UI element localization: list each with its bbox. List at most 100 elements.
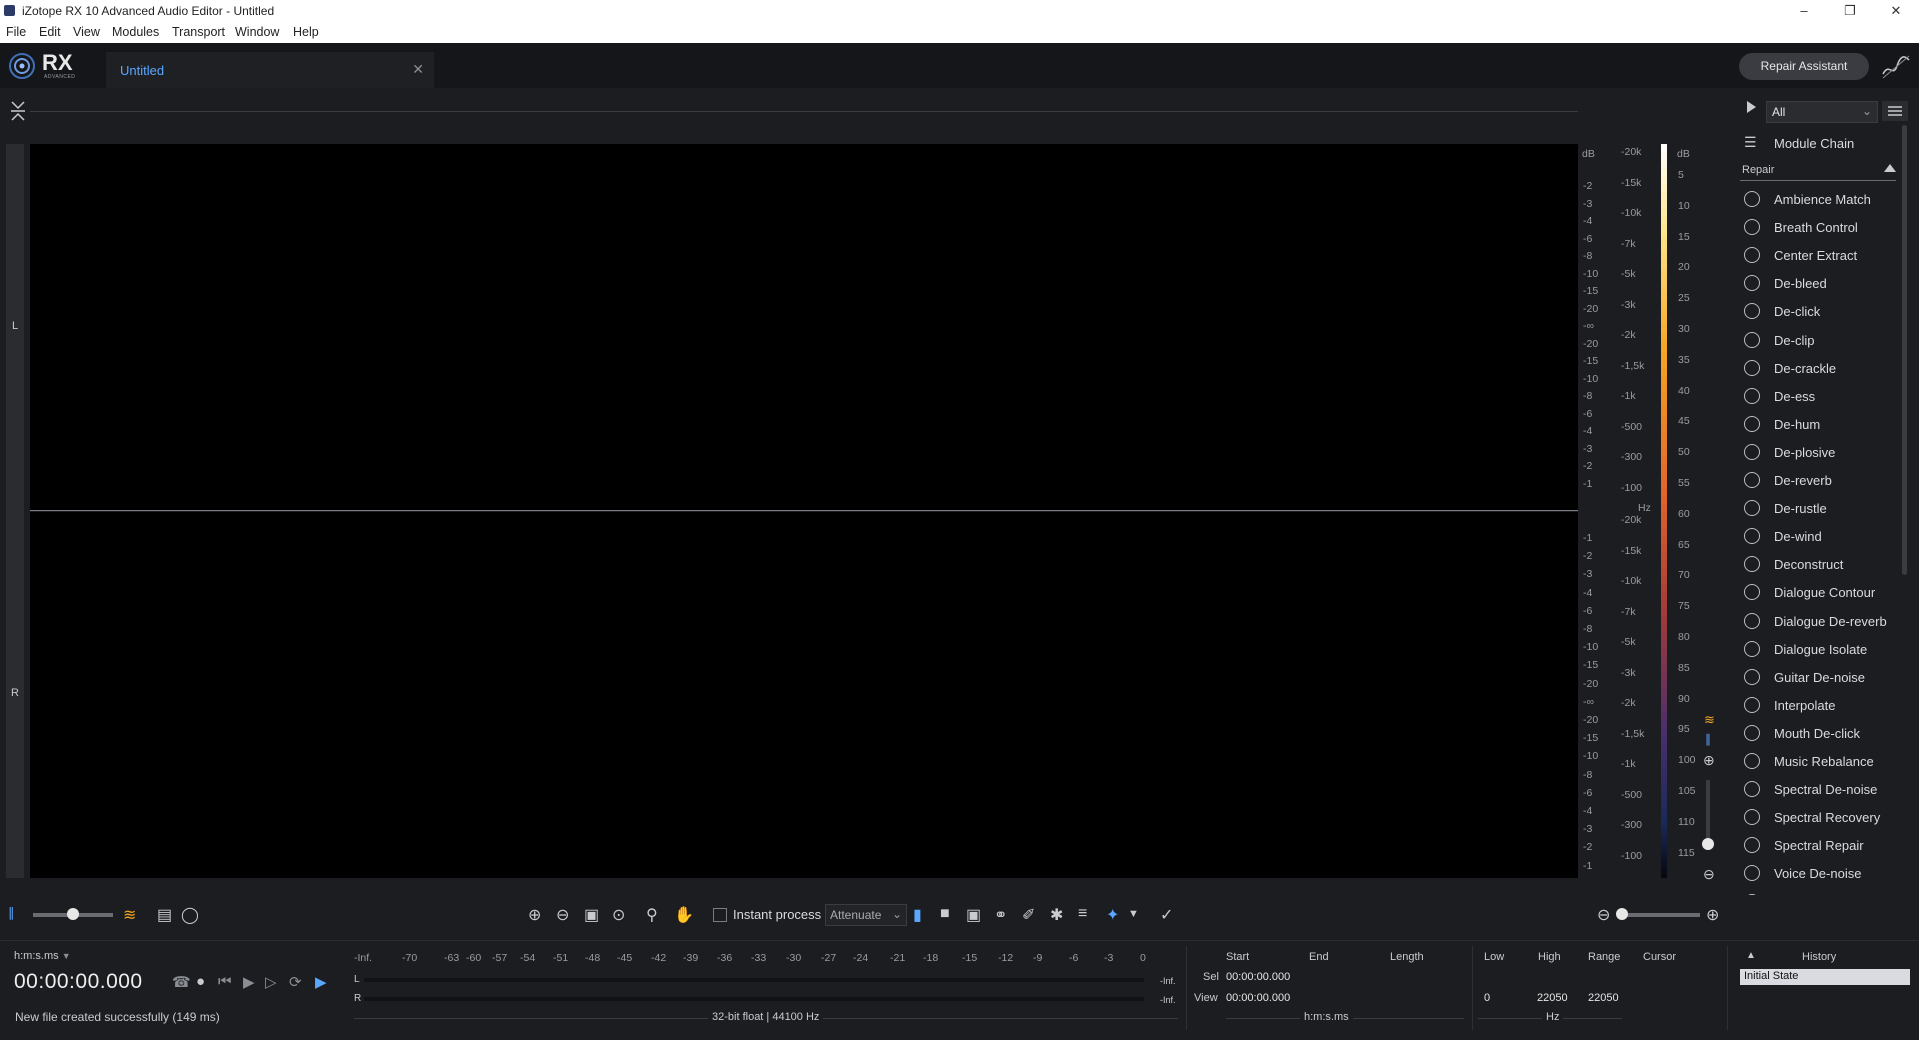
spectrogram-opacity-icon[interactable]: ≋ bbox=[123, 905, 136, 925]
comment-icon[interactable]: ◯ bbox=[181, 905, 199, 925]
menu-transport[interactable]: Transport bbox=[172, 25, 225, 39]
module-item[interactable]: De-rustle bbox=[1740, 495, 1910, 521]
spectrogram-right[interactable] bbox=[30, 512, 1578, 878]
minimize-icon[interactable]: – bbox=[1781, 0, 1827, 22]
module-item[interactable]: Voice De-noise bbox=[1740, 860, 1910, 886]
collapse-overview-icon[interactable] bbox=[10, 100, 26, 125]
module-item[interactable]: De-bleed bbox=[1740, 270, 1910, 296]
loop-icon[interactable]: ⟳ bbox=[289, 973, 302, 991]
repair-section-header[interactable]: Repair bbox=[1740, 162, 1896, 181]
menu-modules[interactable]: Modules bbox=[112, 25, 159, 39]
zoom-selection-icon[interactable]: ▣ bbox=[584, 905, 599, 925]
spectrogram-view-icon[interactable]: ≋ bbox=[1704, 712, 1715, 728]
module-item[interactable]: De-hum bbox=[1740, 411, 1910, 437]
vertical-zoom-knob[interactable] bbox=[1702, 838, 1714, 850]
module-item[interactable]: Mouth De-click bbox=[1740, 720, 1910, 746]
horizontal-zoom-in-icon[interactable]: ⊕ bbox=[1706, 905, 1719, 925]
menu-help[interactable]: Help bbox=[293, 25, 319, 39]
repair-assistant-button[interactable]: Repair Assistant bbox=[1739, 53, 1869, 80]
module-item[interactable]: Deconstruct bbox=[1740, 551, 1910, 577]
module-item[interactable]: Spectral De-noise bbox=[1740, 776, 1910, 802]
meter-right-peak[interactable]: -Inf. bbox=[1160, 995, 1176, 1005]
collapse-section-icon[interactable] bbox=[1884, 164, 1896, 172]
frequency-selection-icon[interactable]: ■ bbox=[940, 905, 950, 923]
harmonic-selection-icon[interactable]: ≡ bbox=[1078, 905, 1087, 923]
module-item[interactable]: Breath Control bbox=[1740, 214, 1910, 240]
sel-start-value[interactable]: 00:00:00.000 bbox=[1226, 971, 1290, 983]
rewind-icon[interactable]: ⏮ bbox=[218, 973, 232, 990]
spectrogram-left[interactable] bbox=[30, 144, 1578, 510]
zoom-out-icon[interactable]: ⊖ bbox=[556, 905, 569, 925]
horizontal-zoom-slider[interactable] bbox=[1620, 913, 1700, 917]
menu-file[interactable]: File bbox=[6, 25, 26, 39]
module-item[interactable]: Spectral Repair bbox=[1740, 832, 1910, 858]
module-item[interactable]: Dialogue Isolate bbox=[1740, 636, 1910, 662]
markers-icon[interactable]: ▤ bbox=[157, 905, 172, 925]
module-item[interactable]: Interpolate bbox=[1740, 692, 1910, 718]
module-item[interactable]: De-click bbox=[1740, 298, 1910, 324]
module-list-menu-icon[interactable] bbox=[1882, 101, 1908, 121]
module-item[interactable]: Dialogue Contour bbox=[1740, 579, 1910, 605]
meter-left-peak[interactable]: -Inf. bbox=[1160, 976, 1176, 986]
vertical-zoom-in-icon[interactable]: ⊕ bbox=[1703, 752, 1715, 769]
channel-right-label[interactable]: R bbox=[6, 687, 24, 699]
low-value[interactable]: 0 bbox=[1484, 992, 1490, 1004]
restore-icon[interactable]: ❐ bbox=[1827, 0, 1873, 22]
magic-wand-icon[interactable]: ✱ bbox=[1050, 905, 1063, 925]
record-icon[interactable]: ● bbox=[196, 973, 205, 990]
menu-window[interactable]: Window bbox=[235, 25, 279, 39]
waveform-view-icon[interactable]: ∥ bbox=[1705, 732, 1711, 746]
module-item[interactable]: De-clip bbox=[1740, 327, 1910, 353]
module-item[interactable]: Ambience Match bbox=[1740, 186, 1910, 212]
modules-scrollbar[interactable] bbox=[1902, 125, 1907, 575]
instant-process-checkbox[interactable] bbox=[713, 908, 727, 922]
waveform-display-icon[interactable] bbox=[1881, 52, 1911, 82]
magnify-icon[interactable]: ⚲ bbox=[646, 905, 658, 925]
play-icon[interactable]: ▶ bbox=[243, 973, 255, 991]
module-item[interactable]: De-reverb bbox=[1740, 467, 1910, 493]
headphones-icon[interactable]: ☎ bbox=[172, 973, 191, 991]
waveform-opacity-icon[interactable]: ∥ bbox=[8, 905, 15, 921]
module-item[interactable]: Guitar De-noise bbox=[1740, 664, 1910, 690]
module-item[interactable]: De-ess bbox=[1740, 383, 1910, 409]
scroll-follow-icon[interactable]: ▶ bbox=[315, 973, 327, 991]
lasso-icon[interactable]: ⚭ bbox=[994, 905, 1007, 925]
module-chain-item[interactable]: ☰ Module Chain bbox=[1740, 130, 1910, 156]
range-value[interactable]: 22050 bbox=[1588, 992, 1619, 1004]
tab-untitled[interactable]: Untitled ✕ bbox=[106, 52, 434, 88]
hand-pan-icon[interactable]: ✋ bbox=[674, 905, 694, 925]
history-item[interactable]: Initial State bbox=[1740, 969, 1910, 985]
time-format-select[interactable]: h:m:s.ms ▼ bbox=[14, 950, 71, 962]
play-module-icon[interactable] bbox=[1745, 100, 1757, 117]
zoom-fit-icon[interactable]: ⊙ bbox=[612, 905, 625, 925]
tab-close-icon[interactable]: ✕ bbox=[412, 61, 424, 78]
instant-process-mode-select[interactable]: Attenuate ⌄ bbox=[825, 904, 907, 926]
zoom-in-icon[interactable]: ⊕ bbox=[528, 905, 541, 925]
brush-icon[interactable]: ✐ bbox=[1022, 905, 1035, 925]
display-opacity-knob[interactable] bbox=[67, 908, 79, 920]
close-icon[interactable]: ✕ bbox=[1873, 0, 1919, 22]
play-selection-icon[interactable]: ▷ bbox=[265, 973, 277, 991]
history-collapse-icon[interactable]: ▲ bbox=[1746, 950, 1756, 961]
horizontal-zoom-knob[interactable] bbox=[1616, 908, 1628, 920]
module-filter-select[interactable]: All ⌄ bbox=[1766, 101, 1878, 123]
time-frequency-selection-icon[interactable]: ▣ bbox=[966, 905, 981, 925]
time-selection-icon[interactable]: ▮ bbox=[913, 905, 922, 925]
gain-curve-icon[interactable]: ✓ bbox=[1160, 905, 1173, 925]
module-item[interactable]: De-plosive bbox=[1740, 439, 1910, 465]
module-item[interactable]: Spectral Recovery bbox=[1740, 804, 1910, 830]
module-item[interactable]: De-wind bbox=[1740, 523, 1910, 549]
module-item[interactable]: De-crackle bbox=[1740, 355, 1910, 381]
menu-view[interactable]: View bbox=[73, 25, 100, 39]
module-item[interactable]: Dialogue De-reverb bbox=[1740, 608, 1910, 634]
module-item[interactable]: Center Extract bbox=[1740, 242, 1910, 268]
view-start-value[interactable]: 00:00:00.000 bbox=[1226, 992, 1290, 1004]
menu-edit[interactable]: Edit bbox=[39, 25, 61, 39]
selection-options-chevron-icon[interactable]: ▼ bbox=[1128, 908, 1139, 920]
vertical-zoom-out-icon[interactable]: ⊖ bbox=[1703, 866, 1715, 883]
find-similar-icon[interactable]: ✦ bbox=[1106, 905, 1119, 925]
horizontal-zoom-out-icon[interactable]: ⊖ bbox=[1597, 905, 1610, 925]
channel-left-label[interactable]: L bbox=[6, 320, 24, 332]
module-item[interactable]: Music Rebalance bbox=[1740, 748, 1910, 774]
high-value[interactable]: 22050 bbox=[1537, 992, 1568, 1004]
